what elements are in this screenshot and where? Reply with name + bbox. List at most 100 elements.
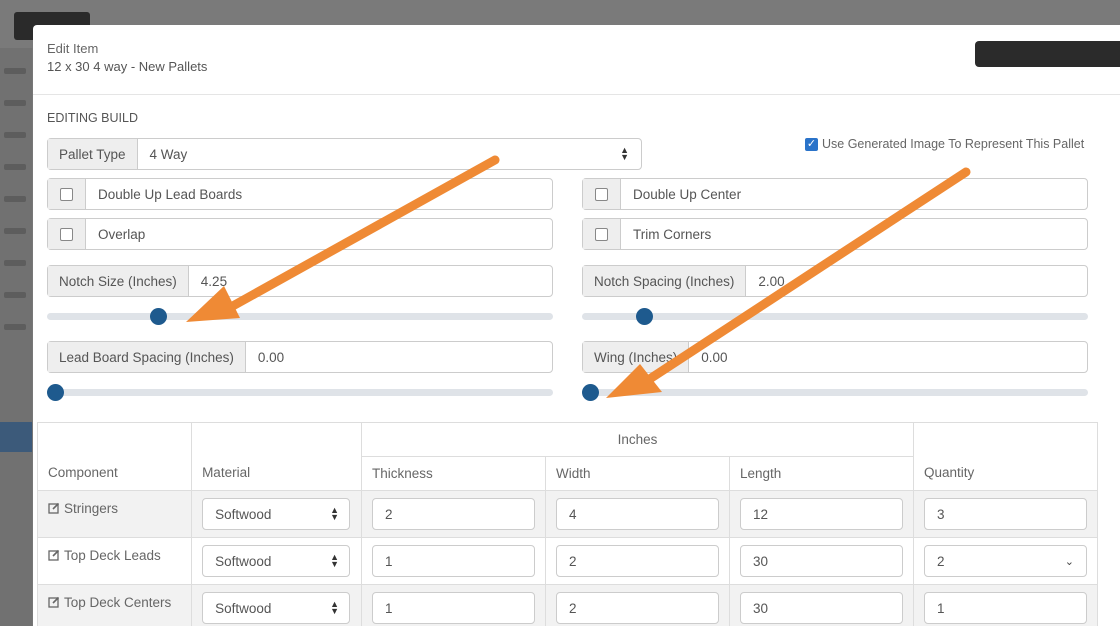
notch-size-group: Notch Size (Inches) 4.25 — [47, 265, 553, 297]
lead-board-spacing-slider[interactable] — [47, 384, 553, 401]
thickness-input[interactable]: 1 — [371, 545, 535, 577]
header-action-bar[interactable] — [975, 41, 1120, 67]
background-sidebar-active-item — [0, 422, 32, 452]
lead-board-spacing-slider-handle[interactable] — [47, 384, 64, 401]
thickness-header: Thickness — [360, 456, 546, 491]
wing-slider-handle[interactable] — [582, 384, 599, 401]
component-name: Stringers — [64, 501, 119, 516]
material-select[interactable]: Softwood ▲ ▼ — [202, 592, 351, 624]
trim-corners-label: Trim Corners — [633, 226, 712, 242]
select-arrows-icon: ▲ ▼ — [620, 145, 629, 162]
trim-corners-checkbox-addon[interactable] — [583, 219, 621, 249]
use-generated-image-label: Use Generated Image To Represent This Pa… — [822, 137, 1085, 151]
double-up-center-checkbox[interactable] — [595, 187, 608, 201]
editing-build-label: EDITING BUILD — [47, 111, 138, 125]
wing-label: Wing (Inches) — [583, 342, 690, 372]
notch-spacing-input[interactable]: 2.00 — [746, 266, 1087, 296]
overlap-group[interactable]: Overlap — [47, 218, 553, 250]
material-header: Material — [191, 422, 362, 491]
width-input[interactable]: 4 — [555, 498, 719, 530]
background-sidebar-item — [4, 164, 26, 170]
length-input[interactable]: 30 — [739, 592, 903, 624]
chevron-down-icon: ⌄ — [1064, 555, 1074, 568]
width-cell: 2 — [544, 537, 730, 585]
pallet-type-select[interactable]: 4 Way ▲ ▼ — [138, 139, 641, 169]
width-input[interactable]: 2 — [555, 545, 719, 577]
material-select[interactable]: Softwood ▲ ▼ — [202, 498, 351, 530]
length-input[interactable]: 30 — [739, 545, 903, 577]
background-sidebar-item — [4, 292, 26, 298]
components-table: Component Material Inches Quantity Thick… — [36, 422, 1098, 626]
notch-size-slider-handle[interactable] — [149, 308, 167, 325]
thickness-cell: 1 — [360, 584, 546, 626]
background-sidebar-item — [4, 228, 26, 234]
background-sidebar-item — [4, 260, 26, 266]
wing-group: Wing (Inches) 0.00 — [582, 341, 1088, 373]
double-up-lead-boards-checkbox-addon[interactable] — [48, 179, 86, 209]
quantity-select[interactable]: 2 ⌄ — [924, 545, 1087, 577]
length-cell: 12 — [728, 490, 915, 538]
component-header: Component — [36, 422, 193, 491]
use-generated-image-checkbox[interactable]: ✓ — [805, 137, 818, 151]
component-name: Top Deck Leads — [64, 548, 161, 563]
overlap-checkbox[interactable] — [60, 227, 73, 241]
double-up-center-group[interactable]: Double Up Center — [582, 178, 1088, 210]
width-cell: 2 — [544, 584, 730, 626]
lead-board-spacing-label: Lead Board Spacing (Inches) — [48, 342, 246, 372]
wing-slider[interactable] — [582, 384, 1088, 401]
notch-spacing-slider-handle[interactable] — [635, 308, 653, 325]
select-arrows-icon: ▲ ▼ — [330, 599, 340, 616]
notch-size-slider[interactable] — [47, 308, 553, 325]
thickness-input[interactable]: 2 — [371, 498, 535, 530]
background-sidebar-item — [4, 196, 26, 202]
length-cell: 30 — [728, 584, 915, 626]
edit-icon[interactable] — [48, 502, 60, 514]
double-up-center-checkbox-addon[interactable] — [583, 179, 621, 209]
edit-icon[interactable] — [48, 549, 60, 561]
quantity-input[interactable]: 3 — [924, 498, 1087, 530]
edit-icon[interactable] — [48, 596, 60, 608]
quantity-input[interactable]: 1 — [924, 592, 1087, 624]
table-row: Top Deck Leads Softwood ▲ ▼ 1 2 30 2 ⌄ — [36, 537, 1098, 585]
thickness-input[interactable]: 1 — [371, 592, 535, 624]
overlap-checkbox-addon[interactable] — [48, 219, 86, 249]
notch-spacing-slider[interactable] — [582, 308, 1088, 325]
modal-subtitle: 12 x 30 4 way - New Pallets — [47, 59, 208, 74]
background-sidebar-item — [4, 132, 26, 138]
select-arrows-icon: ▲ ▼ — [330, 552, 340, 569]
select-arrows-icon: ▲ ▼ — [330, 505, 340, 522]
notch-spacing-label: Notch Spacing (Inches) — [583, 266, 747, 296]
width-input[interactable]: 2 — [555, 592, 719, 624]
lead-board-spacing-input[interactable]: 0.00 — [246, 342, 552, 372]
wing-input[interactable]: 0.00 — [689, 342, 1087, 372]
pallet-type-group: Pallet Type 4 Way ▲ ▼ — [47, 138, 642, 170]
modal-title: Edit Item — [47, 41, 99, 56]
double-up-lead-boards-checkbox[interactable] — [60, 187, 73, 201]
component-cell[interactable]: Stringers — [36, 490, 193, 538]
trim-corners-group[interactable]: Trim Corners — [582, 218, 1088, 250]
inches-group-header: Inches — [360, 422, 915, 457]
trim-corners-checkbox[interactable] — [595, 227, 608, 241]
notch-size-input[interactable]: 4.25 — [189, 266, 552, 296]
double-up-lead-boards-group[interactable]: Double Up Lead Boards — [47, 178, 553, 210]
quantity-cell: 2 ⌄ — [913, 537, 1098, 585]
quantity-cell: 3 — [913, 490, 1098, 538]
component-cell[interactable]: Top Deck Leads — [36, 537, 193, 585]
edit-item-modal: Edit Item 12 x 30 4 way - New Pallets ED… — [33, 25, 1120, 626]
length-input[interactable]: 12 — [739, 498, 903, 530]
double-up-center-label: Double Up Center — [633, 186, 742, 202]
pallet-type-value: 4 Way — [149, 146, 188, 162]
material-select[interactable]: Softwood ▲ ▼ — [202, 545, 351, 577]
material-cell: Softwood ▲ ▼ — [191, 584, 362, 626]
background-sidebar-item — [4, 100, 26, 106]
double-up-lead-boards-label: Double Up Lead Boards — [98, 186, 243, 202]
use-generated-image-option[interactable]: ✓ Use Generated Image To Represent This … — [805, 137, 1084, 151]
length-cell: 30 — [728, 537, 915, 585]
material-cell: Softwood ▲ ▼ — [191, 537, 362, 585]
material-cell: Softwood ▲ ▼ — [191, 490, 362, 538]
notch-size-label: Notch Size (Inches) — [48, 266, 189, 296]
width-cell: 4 — [544, 490, 730, 538]
material-value: Softwood — [215, 600, 272, 616]
background-sidebar-item — [4, 68, 26, 74]
component-cell[interactable]: Top Deck Centers — [36, 584, 193, 626]
